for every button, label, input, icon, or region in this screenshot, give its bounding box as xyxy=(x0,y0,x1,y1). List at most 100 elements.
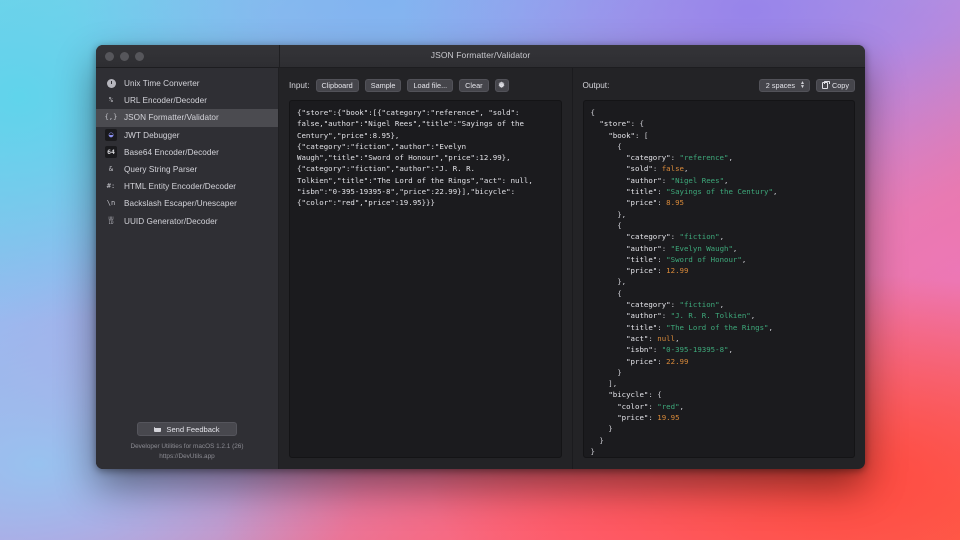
json-token-str: "The Lord of the Rings" xyxy=(666,322,769,332)
mail-icon xyxy=(154,426,162,432)
sidebar-item-jwt-debugger[interactable]: ◒ JWT Debugger xyxy=(96,127,278,144)
indent-select[interactable]: 2 spaces ▲ ▼ xyxy=(758,78,810,92)
json-token-punc: : { xyxy=(648,390,662,400)
sidebar-item-uuid-generator-decoder[interactable]: UU ID UUID Generator/Decoder xyxy=(96,213,278,230)
json-token-punc: : xyxy=(661,311,671,321)
clear-button[interactable]: Clear xyxy=(459,78,489,92)
json-token-punc: : xyxy=(657,322,667,332)
json-token-punc: : xyxy=(648,333,658,343)
json-token-key: "category" xyxy=(626,300,671,310)
sidebar-item-html-entity-encoder-decoder[interactable]: #: HTML Entity Encoder/Decoder xyxy=(96,178,278,195)
json-token-str: "Sword of Honour" xyxy=(666,254,742,264)
json-token-lit: false xyxy=(661,164,684,174)
json-token-key: "author" xyxy=(626,243,662,253)
window-title: JSON Formatter/Validator xyxy=(430,50,531,60)
json-token-key: "title" xyxy=(626,187,658,197)
json-token-punc: : xyxy=(661,243,671,253)
json-token-punc xyxy=(591,244,627,253)
json-token-key: "act" xyxy=(626,333,649,343)
json-token-punc xyxy=(591,131,609,140)
sidebar-item-label: JWT Debugger xyxy=(124,130,180,140)
sidebar-item-json-formatter-validator[interactable]: {,} JSON Formatter/Validator xyxy=(96,109,278,127)
json-token-key: "bicycle" xyxy=(608,390,649,400)
sidebar-item-url-encoder-decoder[interactable]: % URL Encoder/Decoder xyxy=(96,92,278,109)
json-token-lit: null xyxy=(657,333,676,343)
json-token-key: "price" xyxy=(626,266,658,276)
sidebar-item-base64-encoder-decoder[interactable]: 64 Base64 Encoder/Decoder xyxy=(96,144,278,161)
copy-button[interactable]: Copy xyxy=(815,78,855,92)
output-textarea[interactable]: { "store" : { "book": [ { "category": "re… xyxy=(582,100,855,458)
json-token-punc: , xyxy=(728,153,733,163)
json-token-punc xyxy=(591,413,618,422)
sidebar-item-label: Query String Parser xyxy=(124,165,198,175)
clipboard-button[interactable]: Clipboard xyxy=(315,78,359,92)
window-body: Unix Time Converter % URL Encoder/Decode… xyxy=(96,68,865,469)
output-pane: Output: 2 spaces ▲ ▼ Copy { "store": { "b… xyxy=(573,68,866,469)
json-token-punc xyxy=(591,402,618,411)
json-token-punc: : xyxy=(661,175,671,185)
json-token-punc: : xyxy=(670,153,680,163)
json-token-key: "price" xyxy=(626,198,658,208)
json-token-key: "category" xyxy=(626,232,671,242)
ampersand-icon: & xyxy=(108,165,114,174)
json-token-punc: : xyxy=(652,345,662,355)
json-token-punc: , xyxy=(732,243,738,253)
json-token-punc xyxy=(591,187,627,196)
input-textarea[interactable]: {"store":{"book":[{"category":"reference… xyxy=(289,100,562,458)
app-website-link[interactable]: https://DevUtils.app xyxy=(96,452,278,462)
json-token-key: "title" xyxy=(626,254,658,264)
json-token-punc xyxy=(591,300,627,309)
sample-button[interactable]: Sample xyxy=(364,78,402,92)
json-token-key: "price" xyxy=(617,413,649,423)
json-token-key: "book" xyxy=(608,130,636,140)
json-token-key: "color" xyxy=(617,401,649,411)
json-token-punc: , xyxy=(719,300,725,310)
settings-button[interactable] xyxy=(494,78,509,92)
json-token-str: "red" xyxy=(657,401,680,411)
output-label: Output: xyxy=(582,80,610,90)
json-token-num: 19.95 xyxy=(657,413,680,423)
hash-colon-icon: #: xyxy=(106,182,116,191)
sidebar-item-label: HTML Entity Encoder/Decoder xyxy=(124,182,237,192)
editor-panes: Input: Clipboard Sample Load file... Cle… xyxy=(279,68,865,469)
json-token-punc: { xyxy=(590,108,595,117)
sidebar-item-label: UUID Generator/Decoder xyxy=(124,216,218,226)
json-token-key: "store" xyxy=(599,119,631,129)
output-toolbar: Output: 2 spaces ▲ ▼ Copy xyxy=(582,77,855,93)
json-token-key: "author" xyxy=(626,175,662,185)
sidebar-item-query-string-parser[interactable]: & Query String Parser xyxy=(96,161,278,178)
json-token-str: "reference" xyxy=(679,153,729,163)
json-token-punc: : xyxy=(657,266,667,276)
json-token-punc xyxy=(591,334,627,343)
json-token-punc: } xyxy=(590,435,604,445)
json-token-punc: : xyxy=(657,356,667,366)
json-token-punc: : xyxy=(670,232,680,242)
load-file-button[interactable]: Load file... xyxy=(407,78,454,92)
json-token-str: "J. R. R. Tolkien" xyxy=(670,311,751,321)
send-feedback-button[interactable]: Send Feedback xyxy=(137,422,237,436)
json-token-punc: } xyxy=(590,446,595,456)
json-token-punc xyxy=(591,198,627,207)
percent-icon: % xyxy=(108,96,114,105)
json-token-str: "Evelyn Waugh" xyxy=(670,243,733,253)
json-token-str: "fiction" xyxy=(679,300,720,310)
input-toolbar: Input: Clipboard Sample Load file... Cle… xyxy=(289,77,562,93)
json-token-punc: : [ xyxy=(635,130,649,140)
json-token-num: 12.99 xyxy=(666,266,689,276)
sidebar-item-backslash-escaper-unescaper[interactable]: \n Backslash Escaper/Unescaper xyxy=(96,195,278,212)
json-token-punc: : xyxy=(657,198,667,208)
json-token-punc xyxy=(591,232,627,241)
json-token-punc: , xyxy=(772,187,778,197)
sidebar-item-unix-time-converter[interactable]: Unix Time Converter xyxy=(96,75,278,92)
json-token-punc xyxy=(591,176,627,185)
indent-select-value: 2 spaces xyxy=(765,80,795,90)
sidebar-item-label: URL Encoder/Decoder xyxy=(124,96,208,106)
json-token-punc: : xyxy=(652,164,662,174)
json-token-punc: { xyxy=(590,288,622,298)
gear-icon xyxy=(498,80,505,88)
sidebar-item-label: Backslash Escaper/Unescaper xyxy=(124,199,237,209)
json-token-key: "title" xyxy=(626,322,658,332)
json-token-punc: : xyxy=(670,300,680,310)
json-token-punc: : xyxy=(648,401,658,411)
json-token-key: "price" xyxy=(626,356,658,366)
